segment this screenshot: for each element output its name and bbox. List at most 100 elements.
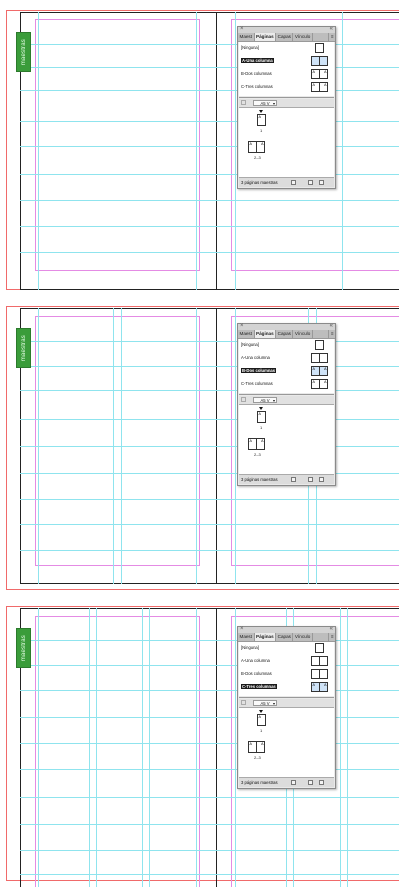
master-item-none[interactable]: [Ninguna] bbox=[239, 42, 334, 54]
page-thumbnail-3[interactable]: A bbox=[256, 438, 265, 450]
collapse-icon[interactable]: « bbox=[330, 322, 333, 330]
master-thumbnail: A bbox=[319, 366, 328, 376]
page-thumbnail-1[interactable]: A bbox=[257, 114, 266, 126]
margin-guide-left bbox=[35, 616, 200, 887]
panel-divider[interactable] bbox=[239, 97, 334, 98]
column-guide bbox=[38, 12, 39, 290]
status-text: 3 páginas maestras bbox=[241, 780, 278, 785]
master-item-a[interactable]: A-Una columna bbox=[239, 655, 334, 667]
delete-page-icon[interactable] bbox=[319, 476, 324, 482]
margin-guide-left bbox=[35, 19, 200, 271]
chevron-down-icon: ▾ bbox=[272, 398, 275, 403]
pages-toolbar: A5 V ▾ bbox=[239, 99, 334, 108]
baseline-guide bbox=[20, 90, 399, 91]
master-letter: A bbox=[324, 379, 327, 384]
master-thumbnail: A bbox=[319, 682, 328, 692]
new-page-icon[interactable] bbox=[308, 476, 313, 482]
delete-page-icon[interactable] bbox=[319, 179, 324, 185]
column-guide bbox=[89, 608, 90, 887]
layer-tag[interactable]: maestras bbox=[16, 32, 31, 72]
master-item-none[interactable]: [Ninguna] bbox=[239, 642, 334, 654]
master-item-b[interactable]: B-Dos columnas bbox=[239, 668, 334, 680]
pages-area: A 1 A A 2–3 bbox=[239, 405, 334, 476]
page-thumbnail-1[interactable]: A bbox=[257, 714, 266, 726]
panel-tabs: Maest Páginas Capas Vínculo ≡ bbox=[238, 33, 335, 42]
close-icon[interactable]: × bbox=[240, 322, 244, 330]
pages-panel: × « Maest Páginas Capas Vínculo ≡ [Ningu… bbox=[237, 626, 336, 789]
tab-paginas[interactable]: Páginas bbox=[254, 330, 277, 338]
baseline-guide bbox=[20, 499, 399, 500]
master-item-a[interactable]: A-Una columna bbox=[239, 55, 334, 67]
master-item-none[interactable]: [Ninguna] bbox=[239, 339, 334, 351]
page-thumbnail-1[interactable]: A bbox=[257, 411, 266, 423]
view-options-icon[interactable] bbox=[241, 397, 246, 402]
column-guide bbox=[149, 608, 150, 887]
collapse-icon[interactable]: « bbox=[330, 25, 333, 33]
edit-page-size-icon[interactable] bbox=[291, 179, 296, 185]
current-page-marker-icon bbox=[259, 710, 263, 713]
master-item-a[interactable]: A-Una columna bbox=[239, 352, 334, 364]
master-letter: A bbox=[312, 82, 315, 87]
layer-tag[interactable]: maestras bbox=[16, 328, 31, 368]
layer-tag[interactable]: maestras bbox=[16, 628, 31, 668]
page-size-dropdown[interactable]: A5 V ▾ bbox=[253, 397, 277, 403]
view-options-icon[interactable] bbox=[241, 100, 246, 105]
master-thumbnail bbox=[319, 353, 328, 363]
page-size-dropdown[interactable]: A5 V ▾ bbox=[253, 700, 277, 706]
page-thumbnail-3[interactable]: A bbox=[256, 741, 265, 753]
page-master-letter: A bbox=[258, 714, 261, 719]
new-page-icon[interactable] bbox=[308, 779, 313, 785]
delete-page-icon[interactable] bbox=[319, 779, 324, 785]
panel-menu-icon[interactable]: ≡ bbox=[328, 33, 335, 41]
baseline-guide bbox=[20, 550, 399, 551]
tab-paginas[interactable]: Páginas bbox=[254, 633, 277, 641]
masters-list: [Ninguna] A-Una columna B-Dos columnas A… bbox=[239, 42, 334, 96]
master-item-c[interactable]: C-Tres columnas A A bbox=[239, 681, 334, 693]
tab-vinculos[interactable]: Vínculo bbox=[293, 633, 313, 641]
page-size-dropdown[interactable]: A5 V ▾ bbox=[253, 100, 277, 106]
baseline-guide bbox=[20, 524, 399, 525]
baseline-guide bbox=[20, 174, 399, 175]
edit-page-size-icon[interactable] bbox=[291, 476, 296, 482]
panel-menu-icon[interactable]: ≡ bbox=[328, 330, 335, 338]
master-label: A-Una columna bbox=[241, 658, 270, 663]
tab-maestras[interactable]: Maest bbox=[238, 633, 255, 641]
baseline-guide bbox=[20, 341, 399, 342]
panel-menu-icon[interactable]: ≡ bbox=[328, 633, 335, 641]
panel-divider[interactable] bbox=[239, 394, 334, 395]
tab-paginas[interactable]: Páginas bbox=[254, 33, 277, 41]
pages-area: A 1 A A 2–3 bbox=[239, 708, 334, 779]
tab-capas[interactable]: Capas bbox=[276, 330, 294, 338]
baseline-guide bbox=[20, 473, 399, 474]
master-label: [Ninguna] bbox=[241, 342, 259, 347]
page-thumbnail-3[interactable]: A bbox=[256, 141, 265, 153]
master-item-c[interactable]: C-Tres columnas A A bbox=[239, 81, 334, 93]
close-icon[interactable]: × bbox=[240, 25, 244, 33]
page-master-letter: A bbox=[258, 114, 261, 119]
tab-capas[interactable]: Capas bbox=[276, 633, 294, 641]
new-page-icon[interactable] bbox=[308, 179, 313, 185]
pages-toolbar: A5 V ▾ bbox=[239, 699, 334, 708]
master-letter: A bbox=[324, 82, 327, 87]
edit-page-size-icon[interactable] bbox=[291, 779, 296, 785]
tab-capas[interactable]: Capas bbox=[276, 33, 294, 41]
close-icon[interactable]: × bbox=[240, 625, 244, 633]
master-item-b[interactable]: B-Dos columnas A A bbox=[239, 68, 334, 80]
baseline-guide bbox=[20, 226, 399, 227]
tab-vinculos[interactable]: Vínculo bbox=[293, 33, 313, 41]
panel-divider[interactable] bbox=[239, 697, 334, 698]
page-master-letter: A bbox=[261, 438, 264, 443]
pages-area: A 1 A A 2–3 bbox=[239, 108, 334, 179]
tab-maestras[interactable]: Maest bbox=[238, 330, 255, 338]
master-letter: A bbox=[324, 682, 327, 687]
collapse-icon[interactable]: « bbox=[330, 625, 333, 633]
master-item-c[interactable]: C-Tres columnas A A bbox=[239, 378, 334, 390]
tab-vinculos[interactable]: Vínculo bbox=[293, 330, 313, 338]
master-thumbnail bbox=[319, 669, 328, 679]
master-item-b[interactable]: B-Dos columnas A A bbox=[239, 365, 334, 377]
master-label: C-Tres columnas bbox=[241, 84, 273, 89]
tab-maestras[interactable]: Maest bbox=[238, 33, 255, 41]
master-letter: A bbox=[312, 366, 315, 371]
view-options-icon[interactable] bbox=[241, 700, 246, 705]
page-number: 1 bbox=[260, 728, 263, 733]
